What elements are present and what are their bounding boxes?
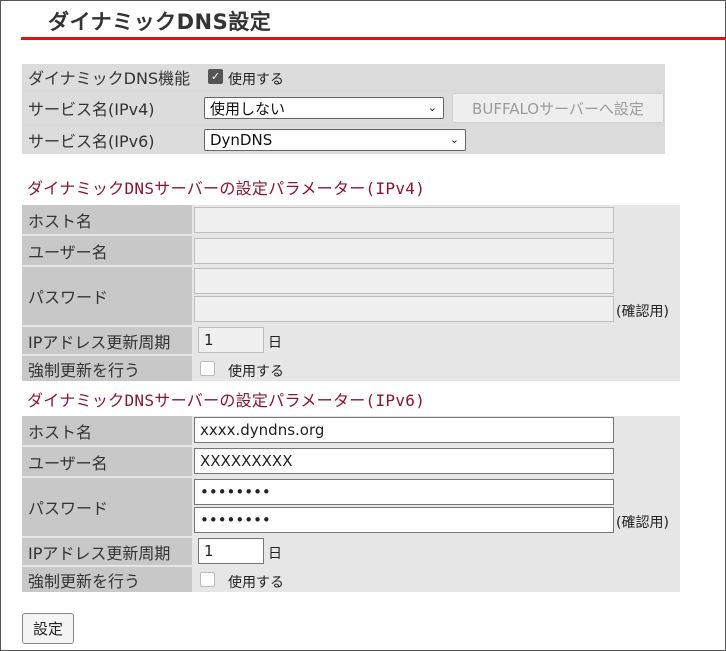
ipv4-period-cell: 1 日 [192, 327, 680, 354]
ipv6-service-cell: DynDNS ⌄ [202, 126, 665, 154]
ipv6-password-input[interactable]: •••••••• [194, 479, 614, 505]
ipv4-force-cell: 使用する [192, 356, 680, 381]
function-checkbox-label: 使用する [228, 72, 284, 88]
ipv6-period-row: IPアドレス更新周期 1 日 [22, 538, 680, 565]
ipv6-password-confirm-input[interactable]: •••••••• [194, 507, 614, 533]
ipv4-user-cell [192, 236, 680, 265]
ipv4-host-cell [192, 205, 680, 234]
ipv4-force-label: 強制更新を行う [22, 356, 192, 381]
function-checkbox[interactable]: ✓ [208, 69, 223, 84]
ipv6-password-row: パスワード •••••••• •••••••• (確認用) [22, 478, 680, 536]
ipv4-force-row: 強制更新を行う 使用する [22, 356, 680, 381]
ipv4-password-row: パスワード (確認用) [22, 267, 680, 325]
ipv6-period-input[interactable]: 1 [198, 538, 264, 564]
ipv6-host-row: ホスト名 xxxx.dyndns.org [22, 416, 680, 445]
general-settings-table: ダイナミックDNS機能 ✓ 使用する サービス名(IPv4) 使用しない ⌄ B… [22, 64, 665, 154]
ipv6-host-input[interactable]: xxxx.dyndns.org [194, 417, 614, 443]
ipv4-host-label: ホスト名 [22, 205, 192, 234]
ipv4-period-label: IPアドレス更新周期 [22, 327, 192, 354]
ipv6-password-cell: •••••••• •••••••• (確認用) [192, 478, 680, 536]
page-title: ダイナミックDNS設定 [48, 10, 272, 34]
chevron-down-icon: ⌄ [427, 101, 437, 114]
ipv4-password-input[interactable] [194, 268, 614, 294]
ipv4-period-unit: 日 [268, 335, 282, 351]
ipv6-params-table: ホスト名 xxxx.dyndns.org ユーザー名 XXXXXXXXX パスワ… [22, 416, 680, 592]
ipv6-period-label: IPアドレス更新周期 [22, 538, 192, 565]
function-row: ダイナミックDNS機能 ✓ 使用する [22, 64, 665, 90]
submit-button[interactable]: 設定 [22, 613, 74, 644]
function-label: ダイナミックDNS機能 [22, 64, 202, 90]
ipv4-force-checkbox[interactable] [200, 361, 215, 376]
ipv6-service-label: サービス名(IPv6) [22, 126, 202, 154]
ipv4-service-value: 使用しない [210, 99, 286, 118]
ipv4-user-input[interactable] [194, 238, 614, 264]
ipv6-service-row: サービス名(IPv6) DynDNS ⌄ [22, 126, 665, 154]
ipv6-user-row: ユーザー名 XXXXXXXXX [22, 447, 680, 476]
ipv4-password-cell: (確認用) [192, 267, 680, 325]
ipv4-period-row: IPアドレス更新周期 1 日 [22, 327, 680, 354]
ipv6-user-cell: XXXXXXXXX [192, 447, 680, 476]
ipv4-password-confirm-input[interactable] [194, 296, 614, 322]
ipv4-service-label: サービス名(IPv4) [22, 92, 202, 124]
ipv6-user-label: ユーザー名 [22, 447, 192, 476]
ipv4-service-row: サービス名(IPv4) 使用しない ⌄ BUFFALOサーバーへ設定 [22, 92, 665, 124]
ipv6-service-value: DynDNS [210, 131, 273, 149]
ipv6-host-cell: xxxx.dyndns.org [192, 416, 680, 445]
ipv6-period-cell: 1 日 [192, 538, 680, 565]
ipv4-host-row: ホスト名 [22, 205, 680, 234]
ipv4-user-label: ユーザー名 [22, 236, 192, 265]
ipv4-password-label: パスワード [22, 267, 192, 325]
ipv4-confirm-suffix: (確認用) [616, 304, 669, 320]
ipv6-period-unit: 日 [268, 546, 282, 562]
ipv4-service-cell: 使用しない ⌄ BUFFALOサーバーへ設定 [202, 92, 665, 124]
ipv4-user-row: ユーザー名 [22, 236, 680, 265]
buffalo-server-button[interactable]: BUFFALOサーバーへ設定 [452, 93, 664, 123]
ipv6-service-select[interactable]: DynDNS ⌄ [204, 129, 466, 151]
ipv4-force-checkbox-label: 使用する [228, 364, 284, 380]
ipv6-section-title: ダイナミックDNSサーバーの設定パラメーター(IPv6) [27, 391, 426, 410]
ipv4-service-select[interactable]: 使用しない ⌄ [204, 97, 444, 119]
function-value-cell: ✓ 使用する [202, 64, 665, 90]
ipv6-confirm-suffix: (確認用) [616, 515, 669, 531]
ipv6-force-label: 強制更新を行う [22, 567, 192, 592]
ipv6-force-row: 強制更新を行う 使用する [22, 567, 680, 592]
ipv6-host-label: ホスト名 [22, 416, 192, 445]
ipv6-user-input[interactable]: XXXXXXXXX [194, 448, 614, 474]
ipv4-params-table: ホスト名 ユーザー名 パスワード (確認用) IPアドレス更新周期 1 日 強制… [22, 205, 680, 381]
ipv6-force-checkbox[interactable] [200, 572, 215, 587]
title-divider [21, 37, 726, 40]
chevron-down-icon: ⌄ [449, 133, 459, 146]
ipv6-password-label: パスワード [22, 478, 192, 536]
ipv4-host-input[interactable] [194, 207, 614, 233]
ipv6-force-cell: 使用する [192, 567, 680, 592]
ipv6-force-checkbox-label: 使用する [228, 575, 284, 591]
ipv4-section-title: ダイナミックDNSサーバーの設定パラメーター(IPv4) [27, 179, 426, 198]
ipv4-period-input[interactable]: 1 [198, 327, 264, 353]
